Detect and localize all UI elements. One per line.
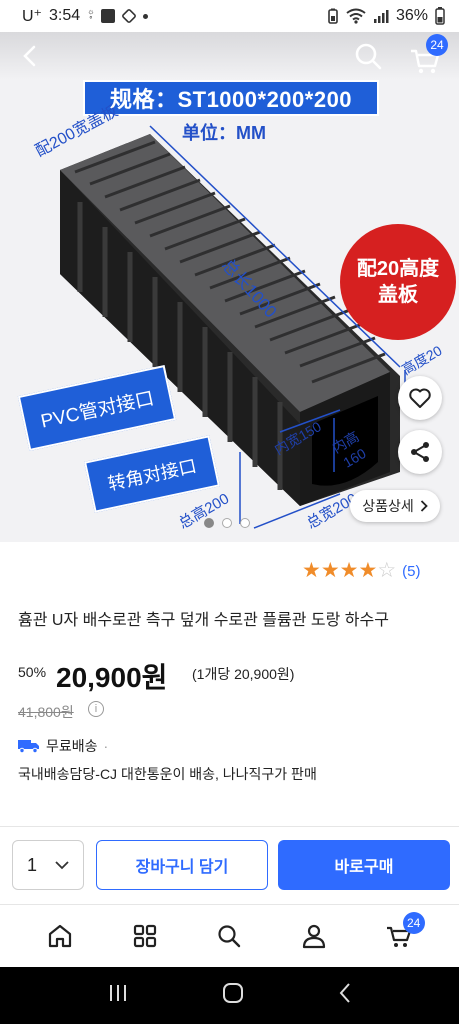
notification-n-icon <box>101 9 116 23</box>
top-navigation: 24 <box>0 32 459 80</box>
notification-app-icon <box>121 8 138 24</box>
tab-home[interactable] <box>38 914 82 958</box>
back-nav-button[interactable] <box>338 982 352 1009</box>
bottom-tab-bar: 24 <box>0 905 459 967</box>
share-icon <box>411 442 429 462</box>
spec-banner: 规格：ST1000*200*200 <box>83 80 379 116</box>
share-button[interactable] <box>398 430 442 474</box>
badge-line-1: 配20高度 <box>356 258 440 280</box>
carrier-label: U⁺ <box>22 8 42 25</box>
carousel-dot[interactable] <box>240 518 250 528</box>
star-icon: ★ <box>302 559 321 582</box>
recent-apps-icon <box>109 985 126 1001</box>
battery-icon <box>435 7 445 25</box>
more-notifications-icon <box>143 13 149 19</box>
quantity-value: 1 <box>27 854 38 875</box>
grid-icon <box>133 924 156 948</box>
tab-search[interactable] <box>207 914 251 958</box>
shipping-detail: 국내배송담당-CJ 대한통운이 배송, 나나직구가 판매 <box>18 766 317 782</box>
star-icon: ★ <box>320 559 340 582</box>
weather-icon: ☼ ° <box>87 7 95 24</box>
rating[interactable]: ★ ★ ★ ★ ☆ (5) <box>302 560 420 582</box>
home-circle-icon <box>223 983 244 1003</box>
person-icon <box>302 924 326 949</box>
clock: 3:54 <box>49 7 81 24</box>
product-image-carousel[interactable]: 规格：ST1000*200*200 单位：MM 配200宽盖板 总长1000 配… <box>0 32 459 542</box>
back-button[interactable] <box>16 42 44 70</box>
lock-battery-icon <box>328 8 338 24</box>
home-nav-button[interactable] <box>222 982 244 1009</box>
wishlist-button[interactable] <box>398 376 442 420</box>
back-chevron-icon <box>339 983 350 1003</box>
home-icon <box>49 924 72 948</box>
shipping-row: 무료배송 · <box>18 736 108 756</box>
add-to-cart-button[interactable]: 장바구니 담기 <box>96 840 268 890</box>
recent-apps-button[interactable] <box>107 983 129 1008</box>
star-icon: ★ <box>339 559 359 582</box>
star-empty-icon: ☆ <box>377 559 397 582</box>
divider <box>0 826 459 827</box>
delivery-truck-icon <box>18 740 39 753</box>
tab-categories[interactable] <box>123 914 167 958</box>
buy-now-button[interactable]: 바로구매 <box>278 840 450 890</box>
unit-price: (1개당 20,900원) <box>192 666 295 682</box>
cart-count-badge: 24 <box>402 912 425 934</box>
chevron-down-icon <box>55 860 69 869</box>
wifi-icon <box>346 8 366 24</box>
product-detail-button[interactable]: 상품상세 <box>350 490 440 522</box>
quantity-select[interactable]: 1 <box>12 840 84 890</box>
original-price: 41,800원 <box>18 704 74 720</box>
info-icon[interactable]: i <box>88 701 104 717</box>
carousel-dot[interactable] <box>204 518 214 528</box>
cart-button[interactable]: 24 <box>408 34 448 74</box>
sale-price: 20,900원 <box>56 662 168 693</box>
carousel-dot[interactable] <box>222 518 232 528</box>
shipping-separator: · <box>103 738 109 754</box>
unit-label: 单位：MM <box>182 123 266 143</box>
product-detail-label: 상품상세 <box>362 498 414 514</box>
product-title: 흄관 U자 배수로관 측구 덮개 수로관 플륨관 도랑 하수구 <box>18 612 389 629</box>
carousel-indicators <box>204 518 250 528</box>
search-icon <box>355 43 382 70</box>
search-icon <box>218 925 241 948</box>
tab-my-page[interactable] <box>292 914 336 958</box>
badge-line-2: 盖板 <box>378 284 418 306</box>
discount-rate: 50% <box>18 664 47 680</box>
chevron-right-icon <box>420 500 428 512</box>
heart-icon <box>409 388 431 408</box>
search-button[interactable] <box>352 40 384 72</box>
status-right: 36% <box>327 7 445 25</box>
system-navigation-bar <box>0 967 459 1024</box>
tab-cart[interactable]: 24 <box>377 912 425 958</box>
back-arrow-icon <box>23 45 36 67</box>
star-icon: ★ <box>358 559 378 582</box>
status-left: U⁺ 3:54 ☼ ° <box>22 6 149 26</box>
review-count[interactable]: (5) <box>402 563 420 580</box>
cover-height-badge: 配20高度 盖板 <box>340 224 456 340</box>
cart-count-badge: 24 <box>426 34 448 56</box>
battery-percent: 36% <box>395 7 428 24</box>
signal-icon <box>373 10 389 23</box>
status-bar: U⁺ 3:54 ☼ ° 36% <box>0 0 459 32</box>
free-shipping-label: 무료배송 <box>46 738 98 754</box>
